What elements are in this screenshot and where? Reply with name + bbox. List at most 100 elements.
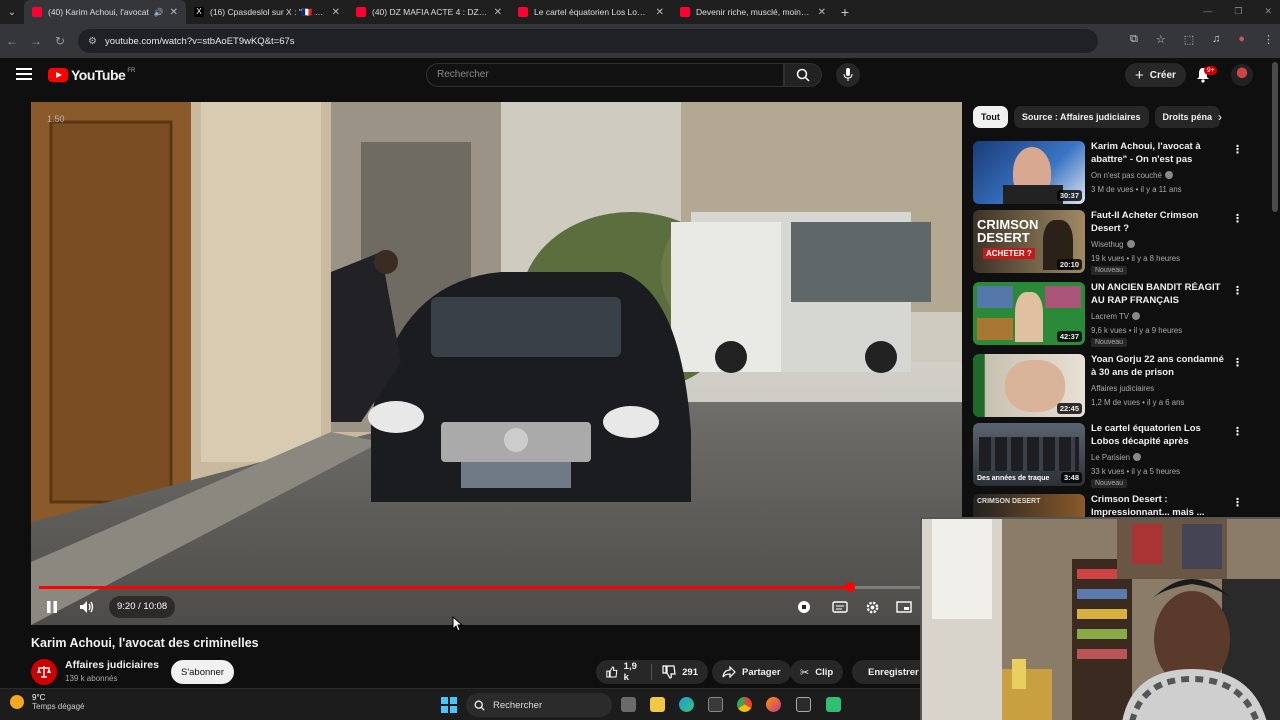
recommendation-channel[interactable]: Le Parisien (1091, 453, 1142, 462)
recommendation-channel[interactable]: On n'est pas couché (1091, 171, 1173, 180)
app-icon[interactable] (826, 697, 841, 712)
subscribe-button[interactable]: S'abonner (171, 660, 234, 684)
dislike-button[interactable]: 291 (662, 665, 698, 679)
scrubber-handle[interactable] (844, 582, 855, 592)
edge-icon[interactable] (679, 697, 694, 712)
browser-menu-icon[interactable]: ⋮ (1263, 33, 1274, 46)
settings-button[interactable] (859, 596, 885, 618)
chip-source[interactable]: Source : Affaires judiciaires (1013, 106, 1149, 128)
recommendation-item[interactable]: CRIMSON DESERT Crimson Desert : Impressi… (973, 494, 1273, 518)
close-window-icon[interactable]: ✕ (1264, 6, 1272, 17)
video-player[interactable]: 1.50 9:20 / 10:08 (31, 102, 962, 625)
new-badge: Nouveau (1091, 266, 1128, 275)
close-tab-icon[interactable]: ✕ (818, 7, 826, 18)
windows-start-icon[interactable] (441, 697, 457, 713)
url-field[interactable]: ⚙ youtube.com/watch?v=stbAoET9wKQ&t=67s (78, 29, 1098, 53)
browser-tab[interactable]: X (16) Cpasdeslol sur X : "🇫🇷 FR F ✕ (186, 0, 348, 24)
subtitles-button[interactable] (827, 596, 853, 618)
video-thumbnail[interactable]: 22:45 (973, 354, 1085, 417)
recommendation-title: Yoan Gorju 22 ans condamné à 30 ans de p… (1091, 354, 1224, 378)
autoplay-toggle[interactable] (791, 596, 817, 618)
file-explorer-icon[interactable] (650, 697, 665, 712)
more-options-icon[interactable]: ⋮ (1232, 425, 1243, 438)
recommendation-channel[interactable]: Affaires judiciaires (1091, 384, 1154, 393)
recommendation-item[interactable]: 42:37 UN ANCIEN BANDIT RÉAGIT AU RAP FRA… (973, 282, 1273, 348)
browser-tab[interactable]: (40) Karim Achoui, l'avocat 🔊 ✕ (24, 0, 186, 24)
more-options-icon[interactable]: ⋮ (1232, 143, 1243, 156)
recommendation-channel[interactable]: Wisethug (1091, 240, 1135, 249)
dislike-count: 291 (682, 666, 698, 678)
progress-bar[interactable] (39, 582, 920, 592)
filter-chips: Tout Source : Affaires judiciaires Droit… (973, 106, 1235, 128)
minimize-icon[interactable]: — (1203, 6, 1212, 17)
voice-search-button[interactable] (836, 63, 860, 87)
page-scrollbar[interactable] (1272, 62, 1278, 212)
recommendation-item[interactable]: 30:37 Karim Achoui, l'avocat à abattre" … (973, 141, 1273, 207)
profile-icon[interactable]: ● (1238, 33, 1245, 46)
more-options-icon[interactable]: ⋮ (1232, 284, 1243, 297)
verified-icon (1126, 240, 1135, 248)
volume-button[interactable] (74, 596, 100, 618)
obs-icon[interactable] (796, 697, 811, 712)
tab-search-chevron-icon[interactable]: ⌄ (0, 0, 24, 24)
save-button[interactable]: Enregistrer (852, 660, 920, 684)
chevron-right-icon[interactable]: › (1218, 110, 1222, 124)
close-tab-icon[interactable]: ✕ (494, 7, 502, 18)
menu-icon[interactable] (16, 68, 32, 80)
create-button[interactable]: + Créer (1125, 63, 1186, 87)
recommendation-channel[interactable]: Lacrem TV (1091, 312, 1140, 321)
recommendation-item[interactable]: 22:45 Yoan Gorju 22 ans condamné à 30 an… (973, 354, 1273, 420)
search-button[interactable] (784, 63, 822, 87)
browser-tab[interactable]: Le cartel équatorien Los Lobos ✕ (510, 0, 672, 24)
youtube-logo[interactable]: YouTube FR (48, 67, 135, 83)
media-controls-icon[interactable]: ♫ (1212, 33, 1220, 46)
clip-button[interactable]: ✂ Clip (790, 660, 844, 684)
like-button[interactable]: 1,9 k (606, 661, 641, 683)
browser-tab[interactable]: Devenir riche, musclé, moins st ✕ (672, 0, 834, 24)
more-options-icon[interactable]: ⋮ (1232, 496, 1243, 509)
verified-icon (1164, 171, 1173, 179)
store-icon[interactable] (708, 697, 723, 712)
task-view-icon[interactable] (621, 697, 636, 712)
progress-played (39, 586, 850, 589)
more-options-icon[interactable]: ⋮ (1232, 212, 1243, 225)
close-tab-icon[interactable]: ✕ (332, 7, 340, 18)
recommendation-channel-name: Wisethug (1091, 240, 1124, 249)
share-button[interactable]: Partager (712, 660, 791, 684)
video-thumbnail[interactable]: CRIMSON DESERT ACHETER ? 20:10 (973, 210, 1085, 273)
reload-icon[interactable]: ↻ (48, 34, 72, 48)
chip-all[interactable]: Tout (973, 106, 1008, 128)
close-tab-icon[interactable]: ✕ (656, 7, 664, 18)
like-count: 1,9 k (623, 661, 637, 683)
account-avatar[interactable] (1231, 64, 1253, 86)
new-badge: Nouveau (1091, 338, 1128, 347)
video-thumbnail[interactable]: 42:37 (973, 282, 1085, 345)
close-tab-icon[interactable]: ✕ (170, 7, 178, 18)
speaker-icon[interactable]: 🔊 (154, 8, 164, 17)
new-tab-icon[interactable]: + (834, 4, 856, 20)
video-thumbnail[interactable]: 30:37 (973, 141, 1085, 204)
back-icon[interactable]: ← (0, 34, 24, 48)
pause-button[interactable] (39, 596, 65, 618)
channel-name[interactable]: Affaires judiciaires (65, 659, 159, 671)
taskbar-search[interactable]: Rechercher (466, 693, 612, 717)
site-info-icon[interactable]: ⚙ (88, 36, 97, 47)
forward-icon[interactable]: → (24, 34, 48, 48)
bookmark-star-icon[interactable]: ☆ (1156, 33, 1166, 46)
install-app-icon[interactable]: ⧉ (1130, 33, 1138, 46)
search-input[interactable]: Rechercher (426, 63, 784, 87)
video-thumbnail[interactable]: Des années de traque 3:48 (973, 423, 1085, 486)
extensions-icon[interactable]: ⬚ (1184, 33, 1194, 46)
channel-avatar[interactable] (31, 659, 57, 685)
miniplayer-button[interactable] (891, 596, 917, 618)
chrome-icon[interactable] (737, 697, 752, 712)
recommendation-item[interactable]: CRIMSON DESERT ACHETER ? 20:10 Faut-Il A… (973, 210, 1273, 276)
video-thumbnail[interactable]: CRIMSON DESERT (973, 494, 1085, 518)
chip-droits[interactable]: Droits péna (1154, 106, 1221, 128)
maximize-icon[interactable]: ❐ (1234, 6, 1242, 17)
firefox-icon[interactable] (766, 697, 781, 712)
more-options-icon[interactable]: ⋮ (1232, 356, 1243, 369)
weather-widget[interactable]: 9°C Temps dégagé (10, 693, 84, 711)
recommendation-item[interactable]: Des années de traque 3:48 Le cartel équa… (973, 423, 1273, 489)
browser-tab[interactable]: (40) DZ MAFIA ACTE 4 : DZ vs l ✕ (348, 0, 510, 24)
